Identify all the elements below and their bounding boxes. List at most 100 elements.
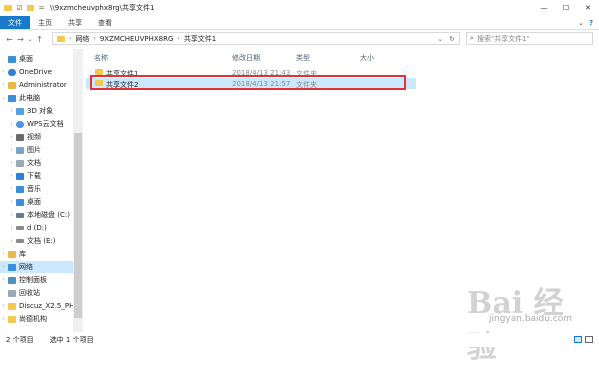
address-bar[interactable]: › 网络 › 9XZMCHEUVPHX8RG › 共享文件1 ⌄ ↻	[52, 32, 460, 45]
sidebar-item-discuz[interactable]: › Discuz_X2.5_PH	[0, 300, 74, 312]
window-title: \\9xzmcheuvphx8rg\共享文件1	[50, 4, 155, 12]
scrollbar-thumb[interactable]	[74, 133, 82, 318]
chevron-right-icon[interactable]: ›	[0, 69, 7, 75]
close-button[interactable]: ✕	[577, 0, 599, 16]
search-placeholder: 搜索"共享文件1"	[477, 34, 530, 43]
tab-view[interactable]: 查看	[90, 16, 120, 29]
large-icons-view-icon[interactable]	[585, 336, 593, 343]
computer-icon	[8, 94, 16, 102]
chevron-right-icon[interactable]: ›	[0, 277, 7, 283]
customize-qat-icon[interactable]: =	[37, 3, 46, 12]
column-size[interactable]: 大小	[360, 53, 374, 63]
chevron-right-icon[interactable]: ›	[8, 186, 15, 192]
sidebar-item-3d-objects[interactable]: › 3D 对象	[0, 105, 81, 117]
search-icon: ⌕	[470, 34, 474, 42]
maximize-button[interactable]: ☐	[555, 0, 577, 16]
breadcrumb-network[interactable]: 网络	[75, 34, 89, 44]
desktop-icon	[8, 55, 16, 63]
chevron-right-icon[interactable]: ›	[8, 173, 15, 179]
tab-home[interactable]: 主页	[30, 16, 60, 29]
sidebar-scrollbar[interactable]	[73, 49, 83, 332]
tab-file[interactable]: 文件	[0, 16, 30, 29]
chevron-right-icon[interactable]: ›	[8, 212, 15, 218]
details-view-icon[interactable]	[574, 336, 582, 343]
sidebar-item-network[interactable]: › 网络	[0, 261, 73, 273]
sidebar-item-music[interactable]: › 音乐	[0, 183, 81, 195]
chevron-right-icon: ›	[93, 35, 96, 42]
video-icon	[16, 133, 24, 141]
sidebar-item-drive-c[interactable]: › 本地磁盘 (C:)	[0, 209, 81, 221]
column-headers: 名称 修改日期 类型 大小	[86, 49, 599, 63]
chevron-right-icon: ›	[177, 35, 180, 42]
sidebar-item-drive-e[interactable]: › 文档 (E:)	[0, 235, 81, 247]
folder-icon	[8, 315, 16, 323]
chevron-down-icon[interactable]: ⌄	[0, 95, 7, 101]
navigation-pane: 桌面 › OneDrive › Administrator ⌄ 此电脑 › 3D…	[0, 49, 84, 332]
properties-icon[interactable]: ☑	[15, 3, 24, 12]
help-icon[interactable]: ?	[589, 19, 593, 27]
chevron-right-icon[interactable]: ›	[8, 121, 15, 127]
chevron-right-icon[interactable]: ›	[0, 251, 7, 257]
chevron-right-icon[interactable]: ›	[8, 225, 15, 231]
sidebar-item-desktop[interactable]: › 桌面	[0, 196, 81, 208]
address-dropdown-icon[interactable]: ⌄	[437, 35, 443, 43]
sidebar-item-this-pc[interactable]: ⌄ 此电脑	[0, 92, 73, 104]
document-icon	[16, 159, 24, 167]
ribbon-tabs: 文件 主页 共享 查看 ⌄ ?	[0, 16, 599, 30]
chevron-right-icon[interactable]: ›	[0, 303, 7, 309]
music-icon	[16, 185, 24, 193]
chevron-right-icon[interactable]: ›	[8, 134, 15, 140]
sidebar-item-shangde[interactable]: › 尚德机构	[0, 313, 73, 325]
sidebar-item-drive-d[interactable]: › d (D:)	[0, 222, 81, 234]
minimize-button[interactable]: —	[533, 0, 555, 16]
3d-objects-icon	[16, 107, 24, 115]
control-panel-icon	[8, 276, 16, 284]
column-date[interactable]: 修改日期	[232, 53, 260, 63]
sidebar-item-pictures[interactable]: › 图片	[0, 144, 81, 156]
breadcrumb-host[interactable]: 9XZMCHEUVPHX8RG	[100, 35, 174, 43]
up-arrow-icon[interactable]: ↑	[34, 32, 45, 46]
sidebar-item-onedrive[interactable]: › OneDrive	[0, 66, 73, 78]
back-arrow-icon[interactable]: ←	[4, 32, 15, 46]
chevron-right-icon[interactable]: ›	[8, 108, 15, 114]
network-location-icon	[57, 35, 65, 42]
sidebar-item-control-panel[interactable]: › 控制面板	[0, 274, 73, 286]
sidebar-item-libraries[interactable]: › 库	[0, 248, 73, 260]
highlight-annotation	[90, 75, 406, 90]
sidebar-item-videos[interactable]: › 视频	[0, 131, 81, 143]
status-bar: 2 个项目 选中 1 个项目	[0, 333, 599, 347]
chevron-right-icon[interactable]: ›	[8, 160, 15, 166]
expand-ribbon-icon[interactable]: ⌄	[578, 19, 584, 27]
onedrive-icon	[8, 68, 16, 76]
folder-icon[interactable]	[4, 4, 12, 11]
forward-arrow-icon[interactable]: →	[15, 32, 26, 46]
address-row: ← → ⌄ ↑ › 网络 › 9XZMCHEUVPHX8RG › 共享文件1 ⌄…	[0, 30, 599, 48]
chevron-right-icon[interactable]: ›	[0, 316, 7, 322]
watermark-url: jingyan.baidu.com	[489, 314, 573, 324]
recycle-bin-icon	[8, 289, 16, 297]
chevron-right-icon[interactable]: ›	[8, 199, 15, 205]
tab-share[interactable]: 共享	[60, 16, 90, 29]
network-icon	[8, 263, 16, 271]
chevron-right-icon[interactable]: ›	[8, 147, 15, 153]
sidebar-item-documents[interactable]: › 文档	[0, 157, 81, 169]
title-bar: ☑ = \\9xzmcheuvphx8rg\共享文件1 — ☐ ✕	[0, 0, 599, 17]
chevron-right-icon[interactable]: ›	[0, 264, 7, 270]
column-type[interactable]: 类型	[296, 53, 310, 63]
chevron-right-icon: ›	[69, 35, 72, 42]
sidebar-item-wps-cloud[interactable]: › WPS云文档	[0, 118, 81, 130]
new-folder-icon[interactable]	[27, 4, 34, 11]
search-input[interactable]: ⌕ 搜索"共享文件1"	[466, 32, 593, 45]
recent-locations-icon[interactable]: ⌄	[26, 32, 34, 46]
chevron-right-icon[interactable]: ›	[8, 238, 15, 244]
chevron-right-icon[interactable]: ›	[0, 82, 7, 88]
wps-cloud-icon	[16, 120, 24, 128]
sidebar-item-administrator[interactable]: › Administrator	[0, 79, 73, 91]
breadcrumb-folder[interactable]: 共享文件1	[184, 34, 216, 44]
download-icon	[16, 172, 24, 180]
column-name[interactable]: 名称	[94, 53, 108, 63]
sidebar-item-downloads[interactable]: › 下载	[0, 170, 81, 182]
refresh-icon[interactable]: ↻	[449, 35, 455, 43]
sidebar-item-desktop-top[interactable]: 桌面	[0, 53, 73, 65]
sidebar-item-recycle-bin[interactable]: 回收站	[0, 287, 73, 299]
